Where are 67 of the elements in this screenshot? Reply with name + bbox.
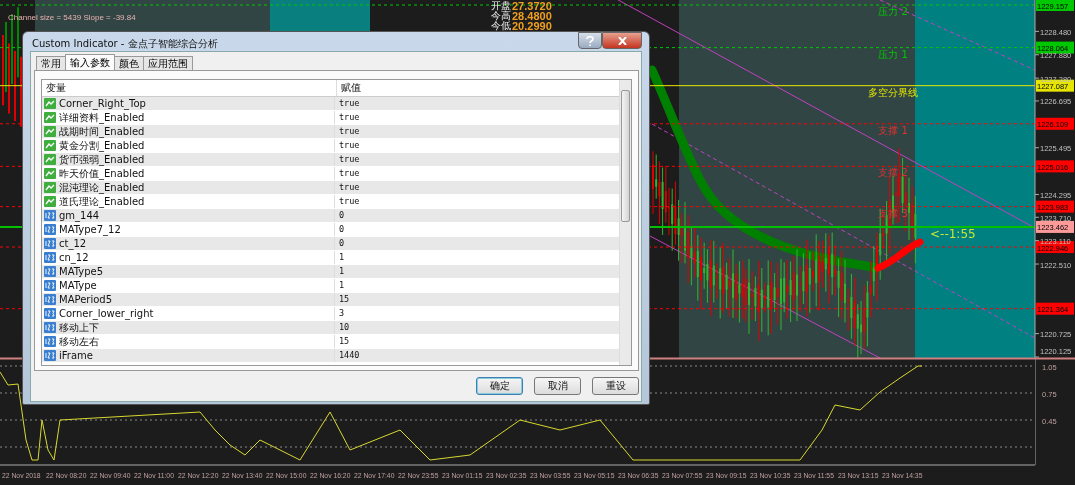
parameter-value[interactable]: true (335, 111, 360, 124)
tab[interactable]: 颜色 (114, 56, 144, 70)
parameter-name: 战期时间_Enabled (59, 125, 145, 138)
parameter-name: 混沌理论_Enabled (59, 181, 145, 194)
parameter-name: 道氏理论_Enabled (59, 195, 145, 208)
dialog-button[interactable]: 重设 (592, 377, 639, 395)
scrollbar-thumb[interactable] (621, 90, 630, 222)
parameter-value[interactable]: true (335, 97, 360, 110)
parameter-value[interactable]: 3 (335, 307, 345, 320)
tab[interactable]: 常用 (36, 56, 66, 70)
column-header[interactable]: 赋值 (337, 80, 361, 96)
parameter-name: MAPeriod5 (59, 293, 112, 306)
channel-info-text: Channel size = 5439 Slope = -39.84 (8, 13, 136, 22)
stat-label: 今高 (491, 10, 511, 21)
parameter-value[interactable]: 1440 (335, 349, 360, 362)
parameter-name: cn_12 (59, 251, 89, 264)
parameter-name: Corner_lower_right (59, 307, 154, 320)
parameter-name: 黄金分割_Enabled (59, 139, 145, 152)
stat-value: 27.3720 (512, 0, 552, 12)
countdown-text: <--1:55 (930, 227, 976, 241)
level-label: 支撑 1 (878, 124, 908, 136)
dialog-button[interactable]: 取消 (534, 377, 581, 395)
stat-label: 开盘 (491, 0, 511, 11)
parameter-name: 昨天价值_Enabled (59, 167, 145, 180)
help-button[interactable] (578, 32, 602, 49)
parameter-name: Corner_Right_Top (59, 97, 146, 110)
parameter-name: gm_144 (59, 209, 100, 222)
dialog-button[interactable]: 确定 (476, 377, 523, 395)
level-label: 多空分界线 (868, 86, 918, 98)
parameter-value[interactable]: true (335, 139, 360, 152)
level-label: 支撑 2 (878, 167, 908, 179)
parameter-value[interactable]: 0 (335, 209, 345, 222)
stat-value: 20.2990 (512, 20, 552, 32)
parameter-value[interactable]: true (335, 181, 360, 194)
column-header[interactable]: 变量 (42, 80, 337, 96)
close-icon (617, 36, 627, 45)
window-title: Custom Indicator - 金点子智能综合分析 (31, 37, 219, 51)
stat-value: 28.4800 (512, 10, 552, 22)
parameter-value[interactable]: 1 (335, 279, 345, 292)
stat-label: 今低 (491, 20, 511, 31)
tab[interactable]: 应用范围 (143, 56, 193, 70)
help-icon (586, 35, 594, 46)
parameter-name: MAType7_12 (59, 223, 121, 236)
parameter-value[interactable]: 0 (335, 237, 345, 250)
parameter-value[interactable]: 10 (335, 321, 350, 334)
parameter-value[interactable]: 15 (335, 335, 350, 348)
parameter-name: MAType5 (59, 265, 104, 278)
parameter-name: 详细资料_Enabled (59, 111, 145, 124)
scrollbar[interactable] (619, 80, 631, 365)
parameter-name: MAType (59, 279, 97, 292)
parameter-value[interactable]: 0 (335, 223, 345, 236)
parameter-name: ct_12 (59, 237, 87, 250)
parameter-value[interactable]: true (335, 167, 360, 180)
parameter-value[interactable]: true (335, 195, 360, 208)
parameter-name: 移动上下 (59, 321, 99, 334)
parameter-name: 货币强弱_Enabled (59, 153, 145, 166)
parameter-value[interactable]: true (335, 153, 360, 166)
parameter-name: iFrame (59, 349, 93, 362)
level-label: 压力 2 (878, 6, 908, 17)
parameter-value[interactable]: true (335, 125, 360, 138)
close-button[interactable] (602, 32, 642, 49)
tab[interactable]: 输入参数 (65, 54, 115, 70)
parameter-value[interactable]: 1 (335, 265, 345, 278)
parameter-value[interactable]: 1 (335, 251, 345, 264)
parameter-value[interactable]: 15 (335, 293, 350, 306)
level-label: 压力 1 (878, 48, 908, 60)
parameter-name: 移动左右 (59, 335, 99, 348)
